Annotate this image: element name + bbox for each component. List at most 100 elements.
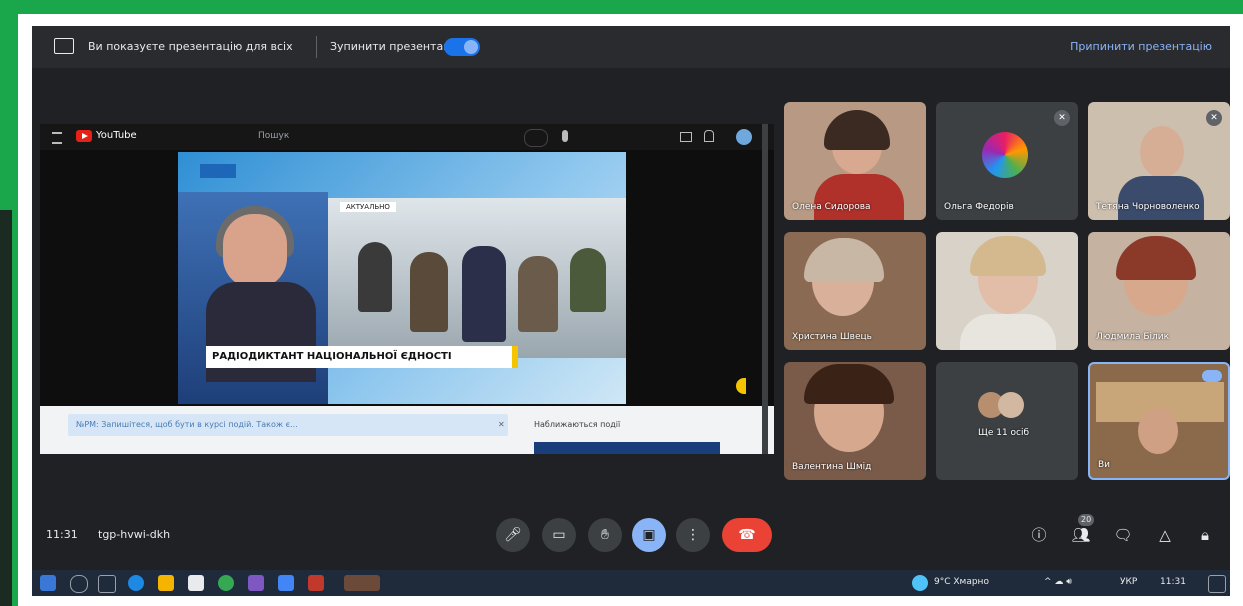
channel-logo <box>200 164 236 178</box>
participant-name: Тетяна Чорноволенко <box>1096 202 1200 212</box>
video-caption: РАДІОДИКТАНТ НАЦІОНАЛЬНОЇ ЄДНОСТІ <box>206 346 512 368</box>
edge-icon[interactable] <box>128 575 144 591</box>
youtube-logo-icon <box>76 130 92 142</box>
participant-tile[interactable] <box>936 232 1078 350</box>
mic-off-icon: ✕ <box>1206 110 1222 126</box>
taskbar-clock[interactable]: 11:31 <box>1160 577 1186 587</box>
sharing-status-text: Ви показуєте презентацію для всіх <box>88 40 293 53</box>
presenter-face <box>223 214 287 288</box>
file-explorer-icon[interactable] <box>158 575 174 591</box>
meeting-code: tgp-hvwi-dkh <box>98 528 171 541</box>
store-icon[interactable] <box>188 575 204 591</box>
participant-hair <box>824 110 890 150</box>
presentation-scrollbar[interactable] <box>762 124 768 454</box>
mail-icon[interactable] <box>278 575 294 591</box>
side-badge <box>736 378 746 394</box>
task-view-icon[interactable] <box>98 575 116 593</box>
student-figure <box>570 248 606 312</box>
youtube-header: YouTube Пошук <box>40 124 774 150</box>
participant-hair <box>970 236 1046 276</box>
hang-up-icon: ☎︎ <box>738 527 756 543</box>
student-figure <box>358 242 392 312</box>
search-icon[interactable] <box>70 575 88 593</box>
app-icon[interactable] <box>248 575 264 591</box>
more-options-icon: ⋮ <box>686 527 700 543</box>
frame-left-dark-strip <box>0 210 12 606</box>
participant-face <box>1138 408 1178 454</box>
upcoming-event-card[interactable] <box>534 442 720 454</box>
participant-clothes <box>1118 176 1204 220</box>
youtube-search-input[interactable]: Пошук <box>258 131 289 141</box>
chat-icon[interactable]: 🗨︎ <box>1112 524 1134 546</box>
participant-name: Ольга Федорів <box>944 202 1014 212</box>
people-button[interactable]: 👥︎ 20 <box>1070 514 1095 546</box>
search-icon[interactable] <box>524 129 548 147</box>
participant-tile[interactable]: Людмила Білик <box>1088 232 1230 350</box>
close-icon[interactable]: ✕ <box>498 420 506 429</box>
participant-name: Валентина Шмід <box>792 462 872 472</box>
active-app-thumbnail[interactable] <box>344 575 380 591</box>
participant-name: Ви <box>1098 460 1111 470</box>
self-view-tile[interactable]: Ви <box>1088 362 1230 480</box>
microphone-icon: 🎤︎ <box>504 527 522 543</box>
student-figure <box>462 246 506 342</box>
mic-off-icon: ✕ <box>1054 110 1070 126</box>
more-participants-label: Ще 11 осіб <box>978 428 1030 438</box>
present-icon: ▣ <box>642 527 656 543</box>
participant-tile[interactable]: Христина Швець <box>784 232 926 350</box>
windows-start-icon[interactable] <box>40 575 56 591</box>
student-figure <box>410 252 448 332</box>
windows-taskbar: 9°C Хмарно ^ ☁ 🔊︎ УКР 11:31 <box>32 570 1230 596</box>
meeting-controls-bar: 11:31 tgp-hvwi-dkh 🎤︎ ▭ ✋︎ ▣ ⋮ ☎︎ ⓘ 👥︎ 2… <box>32 510 1230 570</box>
tray-icons[interactable]: ^ ☁ 🔊︎ <box>1044 577 1072 587</box>
presentation-banner: Ви показуєте презентацію для всіх Зупини… <box>32 26 1230 68</box>
presentation-toggle[interactable] <box>444 38 480 56</box>
present-screen-icon <box>54 38 74 54</box>
youtube-avatar[interactable] <box>736 129 752 145</box>
camera-icon: ▭ <box>552 527 566 543</box>
create-icon[interactable] <box>680 132 692 142</box>
notifications-icon[interactable] <box>1208 575 1226 593</box>
host-controls-icon[interactable]: 🔒︎ <box>1194 524 1216 546</box>
video-description-area: №PМ: Запишітеся, щоб бути в курсі подій.… <box>40 406 774 454</box>
participant-tile[interactable]: Ще 11 осіб <box>936 362 1078 480</box>
description-banner[interactable]: №PМ: Запишітеся, щоб бути в курсі подій.… <box>68 414 508 436</box>
participant-clothes <box>960 314 1056 350</box>
meet-window: Ви показуєте презентацію для всіх Зупини… <box>32 26 1230 596</box>
more-options-button[interactable]: ⋮ <box>676 518 710 552</box>
caption-accent <box>512 346 518 368</box>
activities-icon[interactable]: △ <box>1154 524 1176 546</box>
camera-button[interactable]: ▭ <box>542 518 576 552</box>
banner-divider <box>316 36 317 58</box>
voice-search-icon[interactable] <box>562 130 568 142</box>
video-topic-tag: АКТУАЛЬНО <box>340 202 396 212</box>
weather-icon <box>912 575 928 591</box>
media-icon[interactable] <box>308 575 324 591</box>
menu-icon[interactable] <box>52 132 62 144</box>
youtube-name: YouTube <box>96 130 137 141</box>
leave-call-button[interactable]: ☎︎ <box>722 518 772 552</box>
raise-hand-button[interactable]: ✋︎ <box>588 518 622 552</box>
weather-text[interactable]: 9°C Хмарно <box>934 577 989 587</box>
participant-tile[interactable]: ✕ Ольга Федорів <box>936 102 1078 220</box>
participant-name: Людмила Білик <box>1096 332 1170 342</box>
info-icon[interactable]: ⓘ <box>1028 524 1050 546</box>
participant-tile[interactable]: Валентина Шмід <box>784 362 926 480</box>
participant-tile[interactable]: ✕ Тетяна Чорноволенко <box>1088 102 1230 220</box>
notifications-icon[interactable] <box>704 130 714 142</box>
participant-avatar <box>998 392 1024 418</box>
participant-hair <box>1116 236 1196 280</box>
raise-hand-icon: ✋︎ <box>601 527 609 543</box>
participant-hair <box>804 238 884 282</box>
chrome-icon[interactable] <box>218 575 234 591</box>
microphone-button[interactable]: 🎤︎ <box>496 518 530 552</box>
present-button[interactable]: ▣ <box>632 518 666 552</box>
participant-name: Христина Швець <box>792 332 872 342</box>
stop-presenting-link[interactable]: Припинити презентацію <box>1070 40 1212 53</box>
participant-tile[interactable]: Олена Сидорова <box>784 102 926 220</box>
self-view-options-icon[interactable] <box>1202 370 1222 382</box>
video-player[interactable]: АКТУАЛЬНО РАДІОДИКТАНТ НАЦІОНАЛЬНОЇ ЄДНО… <box>178 152 626 404</box>
keyboard-language[interactable]: УКР <box>1120 577 1137 587</box>
toggle-knob <box>464 40 478 54</box>
participant-name: Олена Сидорова <box>792 202 871 212</box>
